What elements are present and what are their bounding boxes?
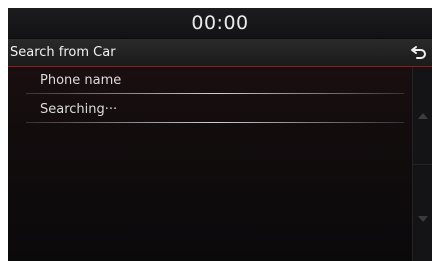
clock: 00:00 <box>191 12 249 34</box>
divider <box>26 122 404 123</box>
triangle-up-icon <box>418 113 428 119</box>
divider <box>26 93 404 94</box>
back-arrow-icon <box>411 46 426 59</box>
triangle-down-icon <box>418 216 428 222</box>
screen-frame: 00:00 Search from Car Phone name Searchi… <box>8 8 432 261</box>
page-title: Search from Car <box>10 45 116 60</box>
title-bar: Search from Car <box>8 39 432 67</box>
list-item-label: Phone name <box>40 73 122 88</box>
back-button[interactable] <box>410 43 428 61</box>
status-bar: 00:00 <box>8 8 432 38</box>
scroll-down-button[interactable] <box>413 164 432 261</box>
list-item-searching[interactable]: Searching··· <box>8 96 412 123</box>
list-item-label: Searching··· <box>40 102 118 117</box>
scroll-up-button[interactable] <box>413 67 432 165</box>
scrollbar <box>412 67 432 261</box>
device-list: Phone name Searching··· <box>8 67 412 261</box>
list-item-phone-name[interactable]: Phone name <box>8 67 412 94</box>
